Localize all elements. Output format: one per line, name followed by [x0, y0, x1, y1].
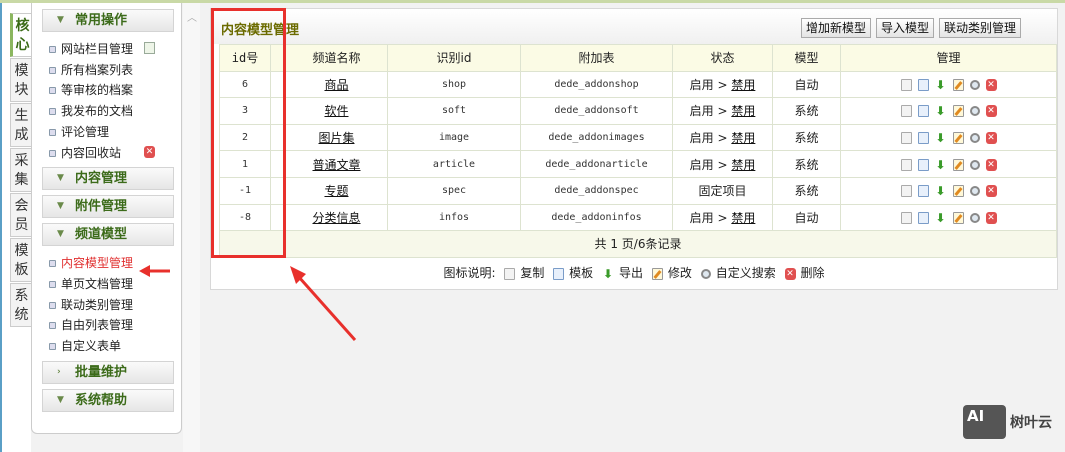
- arrow-head: [139, 265, 150, 277]
- logo-badge: AI: [963, 405, 1006, 439]
- logo-text: 树叶云: [1010, 415, 1052, 431]
- annotation-arrows: [139, 265, 357, 341]
- annotation-arrow-main: [296, 275, 357, 341]
- watermark-logo: AI 树叶云: [963, 405, 1052, 439]
